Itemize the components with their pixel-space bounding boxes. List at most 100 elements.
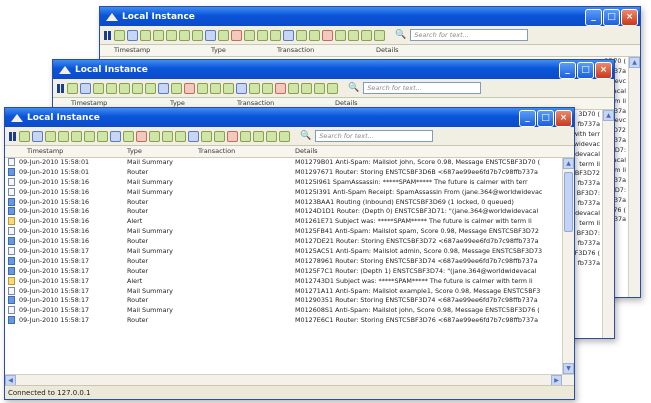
toolbar-button-21[interactable]: [279, 130, 290, 142]
column-timestamp[interactable]: Timestamp: [71, 99, 107, 107]
table-row[interactable]: 09-Jun-2010 15:58:01 Mail Summary M01279B0…: [5, 158, 562, 168]
toolbar-button-15[interactable]: [201, 130, 212, 142]
table-row[interactable]: 09-Jun-2010 15:58:17 Mail Summary M012608S…: [5, 306, 562, 316]
toolbar-button-1[interactable]: [67, 82, 78, 94]
column-timestamp[interactable]: Timestamp: [114, 46, 150, 54]
toolbar-button-18[interactable]: [288, 82, 299, 94]
toolbar-button-4[interactable]: [106, 82, 117, 94]
toolbar-button-20[interactable]: [314, 82, 325, 94]
toolbar-button-3[interactable]: [140, 29, 151, 41]
maximize-button[interactable]: □: [603, 9, 620, 26]
toolbar-button-1[interactable]: [114, 29, 125, 41]
toolbar-button-14[interactable]: [283, 29, 294, 41]
toolbar-button-19[interactable]: [301, 82, 312, 94]
toolbar-button-15[interactable]: [296, 29, 307, 41]
toolbar-button-18[interactable]: [335, 29, 346, 41]
table-row[interactable]: 09-Jun-2010 15:58:16 Router M0127DE21 Rout…: [5, 237, 562, 247]
toolbar-button-14[interactable]: [236, 82, 247, 94]
table-row[interactable]: 09-Jun-2010 15:58:16 Router M0124D1D1 Rout…: [5, 207, 562, 217]
scroll-up-icon[interactable]: ▲: [563, 158, 574, 169]
minimize-button[interactable]: _: [585, 9, 602, 26]
toolbar-button-7[interactable]: [192, 29, 203, 41]
column-transaction[interactable]: Transaction: [277, 46, 314, 54]
pause-icon[interactable]: [103, 30, 112, 41]
toolbar-button-20[interactable]: [361, 29, 372, 41]
toolbar-button-13[interactable]: [175, 130, 186, 142]
toolbar-button-9[interactable]: [171, 82, 182, 94]
table-row[interactable]: 09-Jun-2010 15:58:17 Mail Summary M01271A1…: [5, 286, 562, 297]
pause-icon[interactable]: [56, 83, 65, 94]
toolbar-button-12[interactable]: [210, 82, 221, 94]
maximize-button[interactable]: □: [577, 62, 594, 79]
pause-icon[interactable]: [8, 131, 17, 142]
toolbar-button-13[interactable]: [223, 82, 234, 94]
toolbar-button-3[interactable]: [45, 130, 56, 142]
toolbar-button-9[interactable]: [218, 29, 229, 41]
toolbar-button-8[interactable]: [158, 82, 169, 94]
table-row[interactable]: 09-Jun-2010 15:58:16 Router M0123BAA1 Rout…: [5, 197, 562, 208]
toolbar-button-11[interactable]: [244, 29, 255, 41]
toolbar-button-7[interactable]: [145, 82, 156, 94]
binoculars-icon[interactable]: 🔍: [348, 83, 359, 93]
toolbar-button-14[interactable]: [188, 130, 199, 142]
toolbar-button-6[interactable]: [179, 29, 190, 41]
table-row[interactable]: 09-Jun-2010 15:58:17 Router M01278961 Rout…: [5, 256, 562, 267]
scroll-thumb[interactable]: [564, 172, 573, 232]
table-row[interactable]: 09-Jun-2010 15:58:17 Mail Summary M0125AC5…: [5, 247, 562, 257]
toolbar-button-7[interactable]: [97, 130, 108, 142]
binoculars-icon[interactable]: 🔍: [300, 131, 311, 141]
table-row[interactable]: 09-Jun-2010 15:58:17 Router M0125F7C1 Rout…: [5, 266, 562, 277]
column-details[interactable]: Details: [376, 46, 399, 54]
title-bar[interactable]: Local Instance _ □ ×: [100, 7, 640, 26]
table-row[interactable]: 09-Jun-2010 15:58:01 Router M01297671 Rout…: [5, 167, 562, 178]
toolbar-button-3[interactable]: [93, 82, 104, 94]
toolbar-button-12[interactable]: [257, 29, 268, 41]
scroll-down-icon[interactable]: ▼: [563, 363, 574, 374]
toolbar-button-6[interactable]: [132, 82, 143, 94]
toolbar-button-9[interactable]: [123, 130, 134, 142]
close-button[interactable]: ×: [555, 110, 572, 127]
vertical-scrollbar[interactable]: ▲: [628, 57, 640, 297]
column-transaction[interactable]: Transaction: [237, 99, 274, 107]
toolbar-button-18[interactable]: [240, 130, 251, 142]
table-row[interactable]: 09-Jun-2010 15:58:16 Mail Summary M0125I39…: [5, 187, 562, 198]
toolbar-button-4[interactable]: [153, 29, 164, 41]
column-details[interactable]: Details: [335, 99, 358, 107]
minimize-button[interactable]: _: [519, 110, 536, 127]
vertical-scrollbar[interactable]: ▲ ▼: [562, 158, 574, 374]
table-row[interactable]: 09-Jun-2010 15:58:17 Alert M012743D1 Subje…: [5, 276, 562, 287]
toolbar-button-13[interactable]: [270, 29, 281, 41]
search-input[interactable]: Search for text...: [363, 82, 482, 94]
toolbar-button-11[interactable]: [149, 130, 160, 142]
toolbar-button-5[interactable]: [119, 82, 130, 94]
toolbar-button-16[interactable]: [214, 130, 225, 142]
title-bar[interactable]: Local Instance _ □ ×: [53, 60, 614, 79]
search-input[interactable]: Search for text...: [410, 29, 529, 41]
toolbar-button-19[interactable]: [348, 29, 359, 41]
toolbar-button-4[interactable]: [58, 130, 69, 142]
scroll-up-icon[interactable]: ▲: [603, 110, 614, 121]
toolbar-button-17[interactable]: [275, 82, 286, 94]
table-row[interactable]: 09-Jun-2010 15:58:17 Router M01290351 Rout…: [5, 296, 562, 306]
close-button[interactable]: ×: [621, 9, 638, 26]
toolbar-button-17[interactable]: [322, 29, 333, 41]
table-row[interactable]: 09-Jun-2010 15:58:16 Mail Summary M0125I96…: [5, 177, 562, 188]
toolbar-button-20[interactable]: [266, 130, 277, 142]
toolbar-button-1[interactable]: [19, 130, 30, 142]
toolbar-button-10[interactable]: [231, 29, 242, 41]
toolbar-button-2[interactable]: [32, 130, 43, 142]
close-button[interactable]: ×: [595, 62, 612, 79]
column-timestamp[interactable]: Timestamp: [27, 147, 63, 155]
toolbar-button-10[interactable]: [136, 130, 147, 142]
table-row[interactable]: 09-Jun-2010 15:58:16 Mail Summary M0125FB4…: [5, 227, 562, 237]
toolbar-button-17[interactable]: [227, 130, 238, 142]
vertical-scrollbar[interactable]: ▲: [602, 110, 614, 338]
column-type[interactable]: Type: [211, 46, 226, 54]
title-bar[interactable]: Local Instance _ □ ×: [5, 108, 574, 127]
column-details[interactable]: Details: [295, 147, 318, 155]
toolbar-button-5[interactable]: [71, 130, 82, 142]
toolbar-button-16[interactable]: [309, 29, 320, 41]
column-type[interactable]: Type: [127, 147, 142, 155]
scroll-up-icon[interactable]: ▲: [629, 57, 640, 68]
toolbar-button-12[interactable]: [162, 130, 173, 142]
